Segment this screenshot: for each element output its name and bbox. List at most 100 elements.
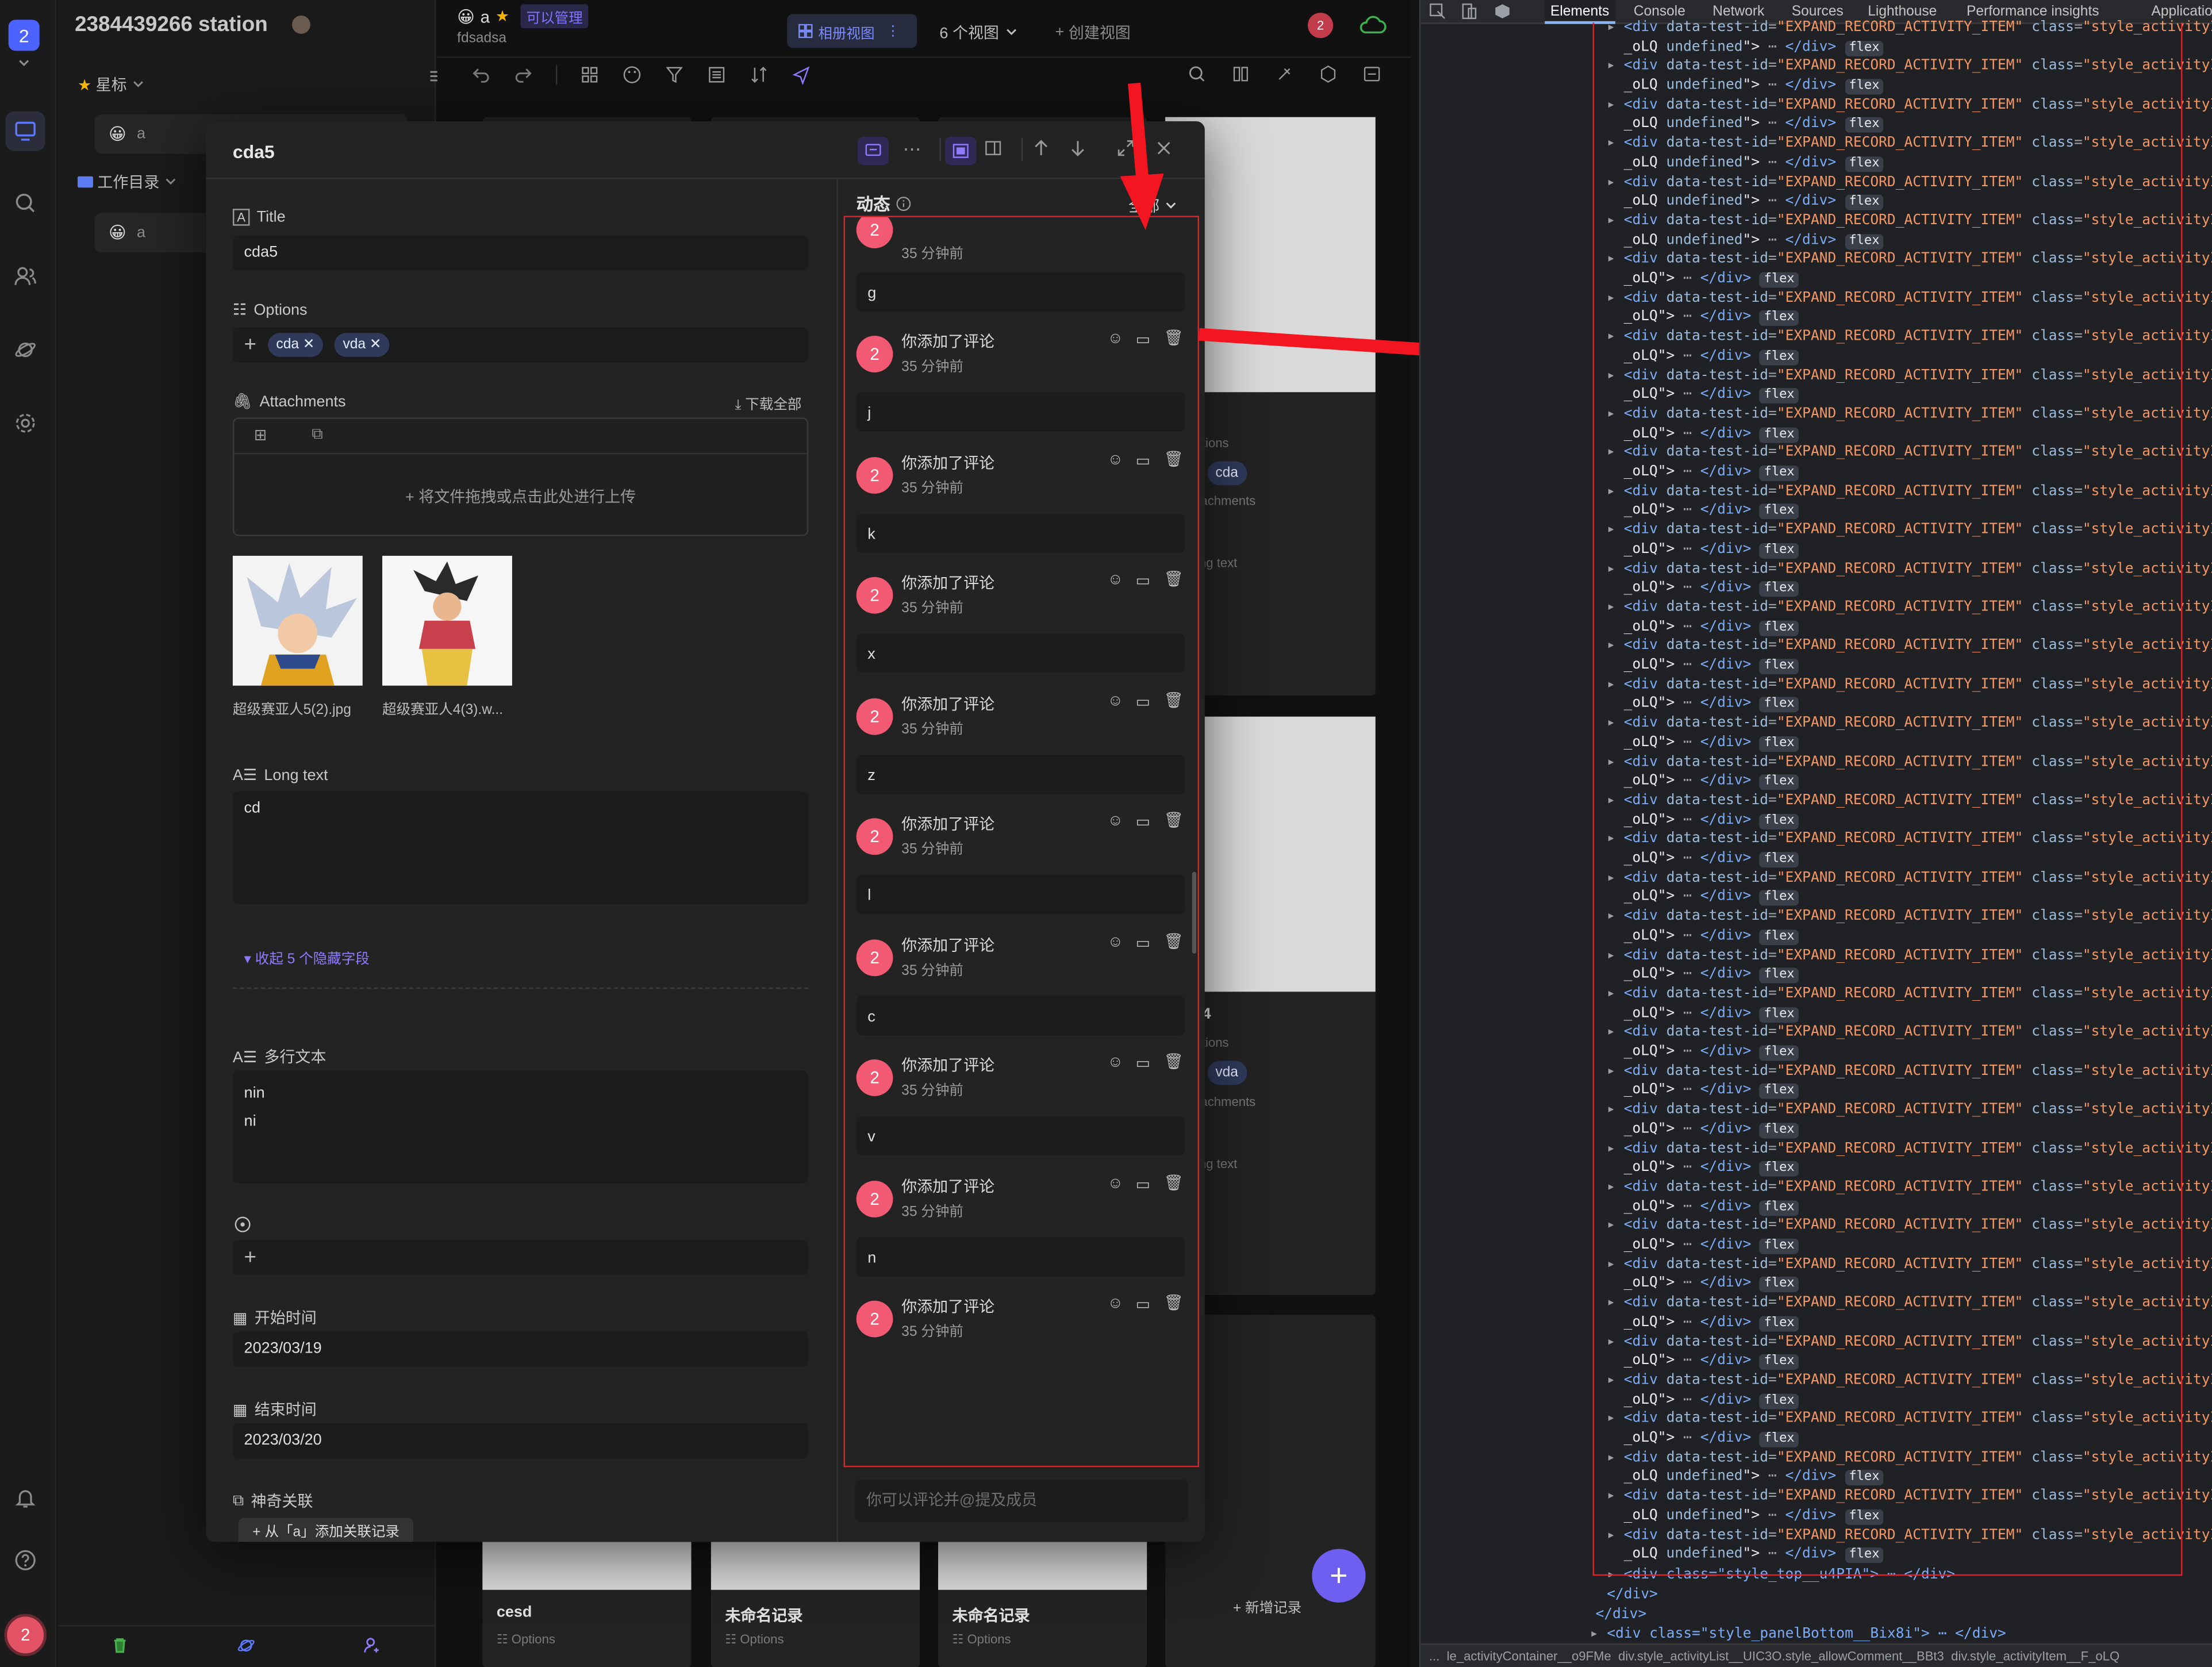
views-dropdown[interactable]: 6 个视图 xyxy=(939,21,1019,44)
upload-file-icon[interactable]: ⊞ xyxy=(254,426,267,444)
emoji-react-icon[interactable]: ☺ xyxy=(1107,1054,1123,1070)
new-record-link[interactable]: + 新增记录 xyxy=(1233,1596,1301,1616)
add-link-record-button[interactable]: + 从「a」添加关联记录 xyxy=(238,1518,414,1542)
delete-icon[interactable]: 🗑 xyxy=(1164,450,1184,467)
planet-icon[interactable] xyxy=(234,1634,256,1656)
space-badge[interactable]: 2 xyxy=(8,20,40,51)
reply-icon[interactable]: ▭ xyxy=(1136,813,1151,831)
center-mode-button[interactable] xyxy=(945,137,977,166)
add-member-button[interactable]: + xyxy=(232,1240,809,1276)
reply-icon[interactable]: ▭ xyxy=(1136,571,1151,589)
view-tab-active[interactable]: 相册视图 ⋮ xyxy=(787,14,917,48)
planet-icon[interactable] xyxy=(11,336,40,364)
devtools-tab[interactable]: Elements xyxy=(1545,0,1615,24)
attachment-thumbnail[interactable] xyxy=(382,555,512,686)
activity-scrollbar[interactable] xyxy=(1192,871,1197,954)
delete-icon[interactable]: 🗑 xyxy=(1164,570,1184,588)
gallery-card-bottom[interactable]: cesd ☷ Options xyxy=(482,1542,692,1667)
card-fields-icon[interactable] xyxy=(580,65,600,84)
activity-list[interactable]: 2 35 分钟前 g 2 你添加了评论 35 分钟前 ☺ ▭ 🗑 j 2 你添加了评论 35 分钟… xyxy=(843,216,1199,1468)
breadcrumb-item[interactable]: ... xyxy=(1429,1649,1439,1664)
group-icon[interactable] xyxy=(707,65,727,84)
options-input[interactable]: + cda ✕ vda ✕ xyxy=(232,327,809,363)
delete-icon[interactable]: 🗑 xyxy=(1164,1173,1184,1191)
gallery-card-bottom[interactable]: 未命名记录 ☷ Options xyxy=(711,1542,920,1667)
inspect-icon[interactable] xyxy=(1429,3,1446,20)
upload-area[interactable]: ⊞ ⧉ + 将文件拖拽或点击此处进行上传 xyxy=(232,417,809,536)
gallery-card-bottom[interactable]: 未命名记录 ☷ Options xyxy=(938,1542,1147,1667)
palette-icon[interactable] xyxy=(622,65,642,84)
share-icon[interactable] xyxy=(792,65,811,85)
sort-icon[interactable] xyxy=(749,65,769,84)
long-text-input[interactable]: cd xyxy=(232,791,809,905)
user-avatar[interactable]: 2 xyxy=(4,1614,47,1657)
delete-icon[interactable]: 🗑 xyxy=(1164,690,1184,709)
more-options-icon[interactable]: ⋯ xyxy=(903,139,921,161)
reply-icon[interactable]: ▭ xyxy=(1136,1174,1151,1192)
side-mode-icon[interactable] xyxy=(985,140,1001,156)
help-icon[interactable] xyxy=(11,1546,40,1574)
delete-icon[interactable]: 🗑 xyxy=(1164,932,1184,950)
breadcrumb-item[interactable]: div.style_activityItem__F_oLQ xyxy=(1951,1649,2119,1664)
cloud-sync-icon[interactable] xyxy=(1357,13,1388,38)
comment-input[interactable]: 你可以评论并@提及成员 xyxy=(855,1480,1188,1522)
reply-icon[interactable]: ▭ xyxy=(1136,451,1151,469)
reply-icon[interactable]: ▭ xyxy=(1136,692,1151,710)
reply-icon[interactable]: ▭ xyxy=(1136,1295,1151,1313)
emoji-react-icon[interactable]: ☺ xyxy=(1107,933,1123,950)
emoji-react-icon[interactable]: ☺ xyxy=(1107,451,1123,467)
emoji-react-icon[interactable]: ☺ xyxy=(1107,1174,1123,1191)
comment-toggle-button[interactable] xyxy=(858,137,889,166)
reply-icon[interactable]: ▭ xyxy=(1136,1054,1151,1072)
emoji-react-icon[interactable]: ☺ xyxy=(1107,1295,1123,1312)
breadcrumb-item[interactable]: div.style_activityList__UIC3O.style_allo… xyxy=(1618,1649,1944,1664)
datasheet-name[interactable]: a xyxy=(481,6,490,26)
add-record-fab[interactable]: + xyxy=(1312,1549,1366,1603)
previous-record-icon[interactable] xyxy=(1032,140,1049,156)
download-all-button[interactable]: ⤓ 下载全部 xyxy=(735,392,802,413)
search-icon[interactable] xyxy=(11,189,40,217)
redo-icon[interactable] xyxy=(513,65,533,84)
delete-icon[interactable]: 🗑 xyxy=(1164,811,1184,829)
paste-icon[interactable]: ⧉ xyxy=(312,426,322,444)
collapse-hidden-fields-button[interactable]: ▾ 收起 5 个隐藏字段 xyxy=(244,947,370,968)
create-view-button[interactable]: + 创建视图 xyxy=(1055,21,1131,44)
members-icon[interactable] xyxy=(11,262,40,290)
chevron-down-icon[interactable] xyxy=(14,53,34,73)
cube-icon[interactable] xyxy=(1494,3,1511,20)
catalog-header[interactable]: 工作目录 xyxy=(77,171,178,193)
star-icon[interactable]: ★ xyxy=(496,7,509,25)
workbench-icon[interactable] xyxy=(11,117,40,145)
more-icon[interactable]: ⋮ xyxy=(886,23,900,39)
emoji-react-icon[interactable]: ☺ xyxy=(1107,692,1123,709)
emoji-react-icon[interactable]: ☺ xyxy=(1107,813,1123,829)
remove-tag-icon[interactable]: ✕ xyxy=(370,337,382,353)
next-record-icon[interactable] xyxy=(1069,140,1086,157)
breadcrumb-item[interactable]: le_activityContainer__o9FMe xyxy=(1447,1649,1611,1664)
undo-icon[interactable] xyxy=(471,65,491,84)
end-date-input[interactable]: 2023/03/20 xyxy=(232,1423,809,1459)
filter-icon[interactable] xyxy=(665,65,684,84)
reply-icon[interactable]: ▭ xyxy=(1136,933,1151,951)
dom-node-line[interactable]: </div> xyxy=(1596,1605,1647,1624)
delete-icon[interactable]: 🗑 xyxy=(1164,1053,1184,1070)
trash-icon[interactable] xyxy=(109,1634,131,1656)
add-option-icon[interactable]: + xyxy=(244,333,257,357)
datasheet-description[interactable]: fdsadsa xyxy=(457,31,506,47)
start-date-input[interactable]: 2023/03/19 xyxy=(232,1331,809,1368)
info-icon[interactable] xyxy=(896,196,911,212)
multiline-input[interactable]: nin ni xyxy=(232,1070,809,1184)
notification-badge[interactable]: 2 xyxy=(1307,13,1334,39)
remove-tag-icon[interactable]: ✕ xyxy=(303,337,315,353)
bell-icon[interactable] xyxy=(11,1484,40,1512)
add-member-icon[interactable] xyxy=(360,1634,382,1656)
dom-node-line[interactable]: </div> xyxy=(1607,1585,1658,1604)
emoji-react-icon[interactable]: ☺ xyxy=(1107,571,1123,588)
settings-icon[interactable] xyxy=(11,409,40,437)
device-toolbar-icon[interactable] xyxy=(1460,3,1477,20)
delete-icon[interactable]: 🗑 xyxy=(1164,1293,1184,1312)
favorites-header[interactable]: ★ 星标 xyxy=(78,74,145,96)
dom-node-line[interactable]: ▸ <div class="style_panelBottom__Bix8i">… xyxy=(1590,1625,2006,1643)
title-input[interactable]: cda5 xyxy=(232,235,809,271)
attachment-thumbnail[interactable] xyxy=(232,555,363,686)
